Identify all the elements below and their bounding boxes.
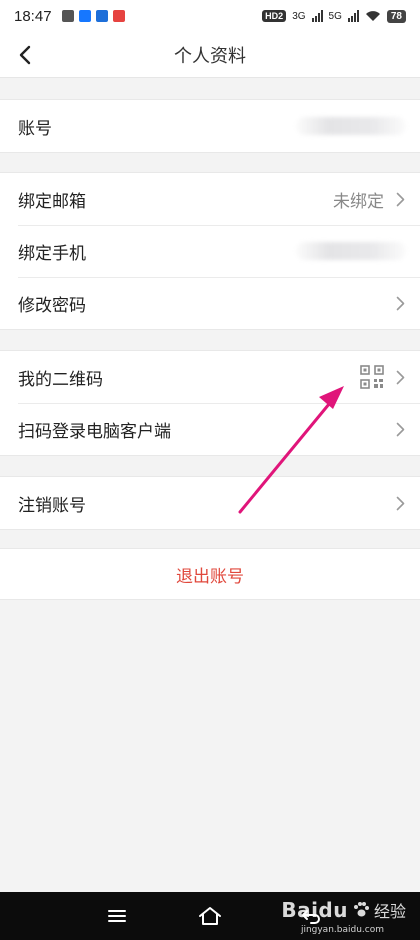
qr-code-icon [360, 365, 384, 389]
watermark-domain: jingyan.baidu.com [300, 925, 384, 935]
hd-badge: HD2 [262, 10, 287, 22]
change-password-row[interactable]: 修改密码 [0, 277, 420, 329]
battery-indicator: 78 [386, 9, 406, 23]
bind-phone-label: 绑定手机 [18, 243, 86, 264]
app-bar: 个人资料 [0, 32, 420, 78]
baidu-jingyan-watermark: Baidu 经验 [281, 898, 406, 922]
status-indicators: HD2 3G 5G 78 [262, 9, 406, 23]
account-label: 账号 [18, 118, 52, 139]
bind-email-value: 未绑定 [333, 191, 384, 212]
account-value-blurred [296, 117, 406, 135]
home-icon [199, 907, 221, 925]
network-5g-label: 5G [328, 10, 342, 22]
bind-email-row[interactable]: 绑定邮箱 未绑定 [0, 173, 420, 225]
menu-button[interactable] [104, 904, 130, 928]
taobao-notification-icon [112, 10, 125, 22]
chevron-right-icon [394, 494, 406, 512]
status-time: 18:47 [14, 7, 52, 25]
chevron-left-icon [19, 45, 31, 65]
chevron-right-icon [394, 420, 406, 438]
watermark-jy: 经验 [373, 902, 406, 921]
logout-button[interactable]: 退出账号 [0, 548, 420, 600]
chevron-right-icon [394, 294, 406, 312]
account-row: 账号 [0, 100, 420, 152]
delete-account-group: 注销账号 [0, 476, 420, 530]
wifi-icon [365, 11, 380, 21]
qr-group: 我的二维码 扫码登录电脑客户端 [0, 350, 420, 456]
account-group: 账号 [0, 99, 420, 153]
paw-icon [353, 902, 369, 917]
bind-phone-row[interactable]: 绑定手机 [0, 225, 420, 277]
watermark-brand: Baidu [281, 898, 348, 922]
my-qr-code-row[interactable]: 我的二维码 [0, 351, 420, 403]
scan-login-pc-row[interactable]: 扫码登录电脑客户端 [0, 403, 420, 455]
binding-group: 绑定邮箱 未绑定 绑定手机 修改密码 [0, 172, 420, 330]
scan-login-pc-label: 扫码登录电脑客户端 [18, 421, 171, 442]
bind-phone-value-blurred [296, 242, 406, 260]
signal-icon [311, 10, 323, 22]
delete-account-row[interactable]: 注销账号 [0, 477, 420, 529]
signal-icon-2 [347, 10, 359, 22]
home-button[interactable] [197, 904, 223, 928]
change-password-label: 修改密码 [18, 295, 86, 316]
my-qr-code-label: 我的二维码 [18, 369, 103, 390]
chevron-right-icon [394, 368, 406, 386]
bind-email-label: 绑定邮箱 [18, 191, 86, 212]
menu-icon [108, 910, 126, 922]
status-bar: 18:47 HD2 3G 5G 78 [0, 0, 420, 32]
gallery-notification-icon [61, 10, 74, 22]
alipay-notification-icon [78, 10, 91, 22]
delete-account-label: 注销账号 [18, 495, 86, 516]
back-button[interactable] [10, 40, 40, 70]
app-notification-icon [95, 10, 108, 22]
page-title: 个人资料 [174, 45, 246, 67]
network-3g-label: 3G [292, 10, 306, 22]
logout-label: 退出账号 [176, 566, 244, 587]
chevron-right-icon [394, 190, 406, 208]
